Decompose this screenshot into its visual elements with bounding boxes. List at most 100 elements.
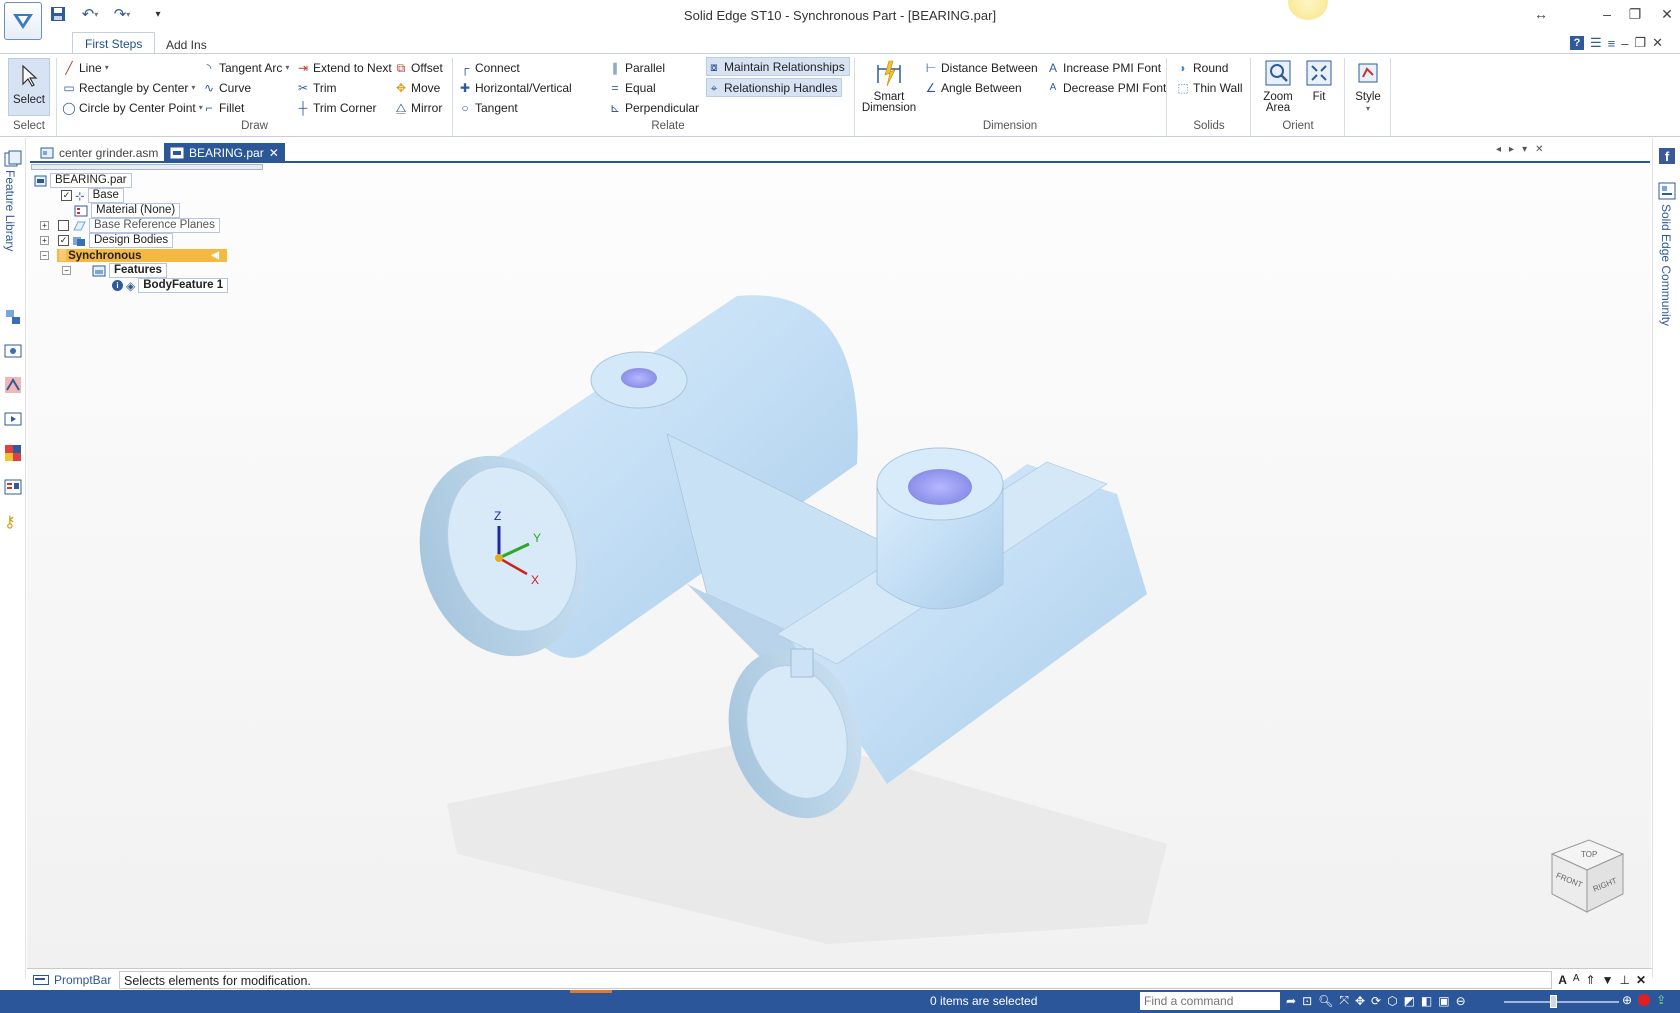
find-command-input[interactable] bbox=[1140, 992, 1280, 1010]
angle-between-button[interactable]: ∠ Angle Between bbox=[924, 78, 1022, 97]
display-style-icon[interactable]: ◧ bbox=[1421, 994, 1432, 1008]
customize-qat-icon[interactable]: ▾ bbox=[148, 4, 168, 24]
collapse-icon[interactable]: − bbox=[40, 251, 49, 260]
tree-item-synchronous[interactable]: − ▒ Synchronous ◀ bbox=[40, 248, 227, 263]
select-button[interactable]: Select bbox=[8, 58, 50, 116]
view-orientation-icon[interactable]: ⬡ bbox=[1387, 994, 1397, 1008]
parallel-button[interactable]: ∥ Parallel bbox=[608, 58, 665, 77]
color-manager-icon[interactable] bbox=[4, 444, 22, 462]
close-tab-icon[interactable]: ✕ bbox=[269, 146, 279, 160]
help-icon[interactable]: ? bbox=[1570, 36, 1584, 50]
solid-edge-community-tab[interactable]: Solid Edge Community bbox=[1659, 204, 1673, 326]
offset-button[interactable]: ⧉ Offset bbox=[394, 58, 443, 77]
relationship-handles-toggle[interactable]: ⌖ Relationship Handles bbox=[706, 78, 843, 97]
key-icon[interactable]: ⚷ bbox=[4, 512, 22, 531]
facebook-icon[interactable]: f bbox=[1659, 148, 1675, 164]
tangent-arc-button[interactable]: ◝ Tangent Arc ▾ bbox=[202, 58, 290, 77]
line-button[interactable]: ╱ Line ▾ bbox=[62, 58, 108, 77]
collapse-up-icon[interactable]: ⇑ bbox=[1586, 973, 1596, 987]
expand-icon[interactable]: + bbox=[40, 236, 49, 245]
increase-font-icon[interactable]: A bbox=[1558, 973, 1567, 987]
doc-minimize-icon[interactable]: – bbox=[1621, 36, 1628, 51]
redo-icon[interactable]: ↷ ▾ bbox=[108, 4, 136, 24]
sensors-icon[interactable] bbox=[4, 376, 22, 394]
expand-icon[interactable]: + bbox=[40, 221, 49, 230]
extend-to-next-button[interactable]: ⇥ Extend to Next bbox=[296, 58, 392, 77]
curve-button[interactable]: ∿ Curve bbox=[202, 78, 251, 97]
smart-dimension-button[interactable]: Smart Dimension bbox=[860, 58, 918, 114]
panel-menu-icon[interactable]: ☰ bbox=[1590, 35, 1602, 51]
tree-item-material[interactable]: Material (None) bbox=[74, 203, 181, 218]
fillet-button[interactable]: ⌐ Fillet bbox=[202, 98, 244, 117]
rotate-icon[interactable]: ⟳ bbox=[1371, 994, 1381, 1008]
command-finder[interactable] bbox=[1140, 992, 1280, 1010]
tree-root[interactable]: BEARING.par bbox=[34, 173, 132, 188]
maintain-relationships-toggle[interactable]: ⧇ Maintain Relationships bbox=[706, 57, 850, 76]
community-icon[interactable] bbox=[1658, 182, 1676, 200]
increase-pmi-font-button[interactable]: A Increase PMI Font bbox=[1046, 58, 1161, 77]
zoom-area-icon[interactable]: ⊡ bbox=[1302, 994, 1312, 1008]
move-button[interactable]: ✥ Move bbox=[394, 78, 440, 97]
reference-planes-checkbox[interactable] bbox=[58, 220, 69, 231]
record-icon[interactable] bbox=[1638, 994, 1651, 1006]
promptbar-tab[interactable]: PromptBar bbox=[27, 973, 119, 987]
restore-button[interactable]: ❐ bbox=[1624, 6, 1646, 24]
view-cube[interactable]: TOP FRONT RIGHT bbox=[1550, 839, 1625, 913]
distance-between-button[interactable]: ⊢ Distance Between bbox=[924, 58, 1038, 77]
properties-icon[interactable] bbox=[4, 478, 22, 496]
feature-library-icon[interactable] bbox=[4, 150, 22, 168]
close-document-icon[interactable]: ✕ bbox=[1535, 144, 1543, 155]
zoom-out-icon[interactable]: ⊖ bbox=[1456, 994, 1466, 1008]
tree-item-design-bodies[interactable]: + ✓ Design Bodies bbox=[40, 233, 174, 248]
bearing-part-model[interactable]: Z Y X TOP FRONT RIGHT bbox=[27, 164, 1651, 968]
pan-icon[interactable]: ✥ bbox=[1355, 994, 1365, 1008]
fit-icon[interactable]: ⤧ bbox=[1339, 993, 1349, 1008]
design-bodies-checkbox[interactable]: ✓ bbox=[58, 235, 69, 246]
sketch-view-icon[interactable]: ◩ bbox=[1404, 994, 1415, 1008]
horizontal-vertical-button[interactable]: ✚ Horizontal/Vertical bbox=[458, 78, 572, 97]
base-checkbox[interactable]: ✓ bbox=[61, 190, 72, 201]
doc-restore-icon[interactable]: ❐ bbox=[1634, 35, 1646, 51]
tab-list-icon[interactable]: ▾ bbox=[1522, 144, 1527, 155]
pin-icon[interactable]: ⊥ bbox=[1619, 973, 1629, 987]
connect-button[interactable]: ┌ Connect bbox=[458, 58, 520, 77]
tangent-button[interactable]: ○ Tangent bbox=[458, 98, 517, 117]
arrow-right-icon[interactable]: ➦ bbox=[1286, 994, 1296, 1008]
rectangle-by-center-button[interactable]: ▭ Rectangle by Center ▾ bbox=[62, 78, 195, 97]
minimize-button[interactable]: – bbox=[1596, 6, 1618, 24]
decrease-font-icon[interactable]: A bbox=[1573, 973, 1580, 987]
undo-icon[interactable]: ↶ ▾ bbox=[76, 4, 104, 24]
scroll-tabs-right-icon[interactable]: ▸ bbox=[1509, 144, 1514, 155]
layers-icon[interactable] bbox=[4, 342, 22, 360]
style-button[interactable]: Style ▾ bbox=[1350, 58, 1386, 114]
doc-tab-bearing[interactable]: BEARING.par ✕ bbox=[164, 143, 285, 162]
round-button[interactable]: ◗ Round bbox=[1176, 58, 1228, 77]
mirror-button[interactable]: ⧋ Mirror bbox=[394, 98, 443, 117]
feature-library-tab[interactable]: Feature Library bbox=[3, 170, 17, 251]
pathfinder-icon[interactable] bbox=[4, 308, 22, 326]
save-icon[interactable] bbox=[48, 4, 68, 24]
fit-button[interactable]: Fit bbox=[1302, 58, 1336, 103]
trim-corner-button[interactable]: ┼ Trim Corner bbox=[296, 98, 377, 117]
zoom-slider-thumb[interactable] bbox=[1550, 995, 1557, 1008]
zoom-area-button[interactable]: Zoom Area bbox=[1258, 58, 1298, 114]
tree-item-base-reference-planes[interactable]: + Base Reference Planes bbox=[40, 218, 220, 233]
view-style-icon[interactable]: ▣ bbox=[1438, 994, 1449, 1008]
close-promptbar-icon[interactable]: ✕ bbox=[1636, 973, 1646, 987]
zoom-in-icon[interactable]: ⊕ bbox=[1622, 993, 1632, 1007]
perpendicular-button[interactable]: ⊾ Perpendicular bbox=[608, 98, 699, 117]
resize-icon[interactable]: ↔ bbox=[1530, 6, 1552, 24]
thin-wall-button[interactable]: ⬚ Thin Wall bbox=[1176, 78, 1242, 97]
upload-icon[interactable]: ⇪ bbox=[1656, 993, 1666, 1007]
tab-first-steps[interactable]: First Steps bbox=[72, 32, 156, 54]
close-button[interactable]: ✕ bbox=[1656, 6, 1678, 24]
equal-button[interactable]: = Equal bbox=[608, 78, 655, 97]
zoom-icon[interactable]: 🔍︎ bbox=[1318, 994, 1333, 1008]
circle-by-center-point-button[interactable]: ◯ Circle by Center Point ▾ bbox=[62, 98, 202, 117]
panel-list-icon[interactable]: ≡ bbox=[1608, 36, 1616, 51]
tree-item-base[interactable]: ✓ ⊹ Base bbox=[61, 188, 124, 203]
collapse-icon[interactable]: − bbox=[62, 266, 71, 275]
doc-tab-center-grinder[interactable]: center grinder.asm✕ bbox=[34, 143, 179, 162]
decrease-pmi-font-button[interactable]: A Decrease PMI Font bbox=[1046, 78, 1167, 97]
animation-icon[interactable] bbox=[4, 410, 22, 428]
